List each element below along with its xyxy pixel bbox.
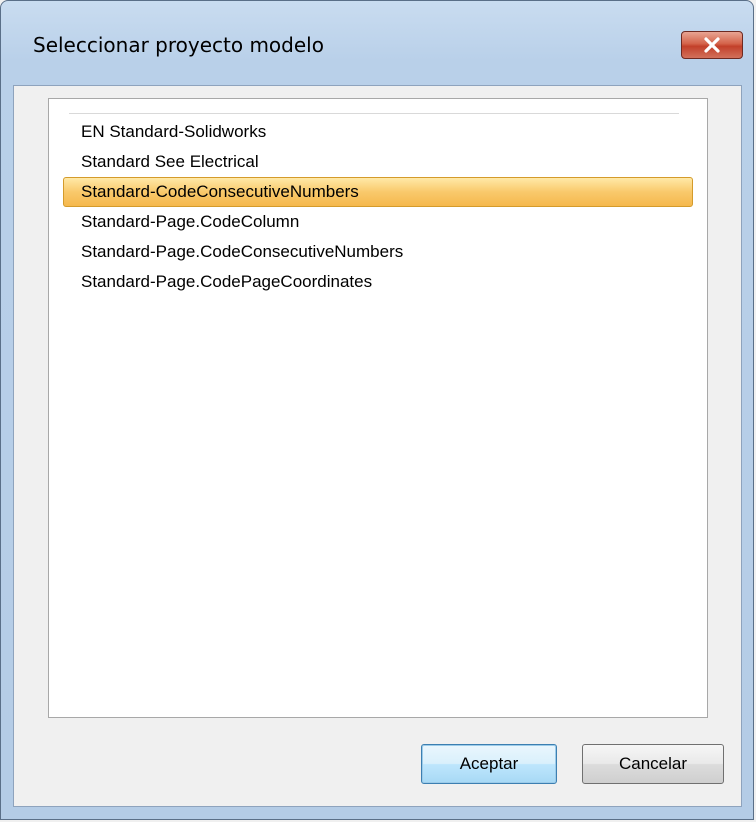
- accept-button[interactable]: Aceptar: [421, 744, 557, 784]
- list-item[interactable]: Standard-Page.CodeColumn: [63, 207, 693, 237]
- close-button[interactable]: [681, 31, 743, 59]
- list-divider: [69, 113, 679, 114]
- dialog-client-area: EN Standard-Solidworks Standard See Elec…: [13, 85, 742, 807]
- window-title: Seleccionar proyecto modelo: [33, 33, 324, 57]
- list-item[interactable]: Standard-Page.CodePageCoordinates: [63, 267, 693, 297]
- list-item[interactable]: EN Standard-Solidworks: [63, 117, 693, 147]
- title-bar[interactable]: Seleccionar proyecto modelo: [1, 1, 753, 85]
- close-icon: [704, 37, 720, 53]
- project-template-list[interactable]: EN Standard-Solidworks Standard See Elec…: [48, 98, 708, 718]
- project-list-items: EN Standard-Solidworks Standard See Elec…: [63, 117, 693, 297]
- list-item-selected[interactable]: Standard-CodeConsecutiveNumbers: [63, 177, 693, 207]
- dialog-window: Seleccionar proyecto modelo EN Standard-…: [0, 0, 754, 820]
- list-item[interactable]: Standard-Page.CodeConsecutiveNumbers: [63, 237, 693, 267]
- cancel-button[interactable]: Cancelar: [582, 744, 724, 784]
- list-item[interactable]: Standard See Electrical: [63, 147, 693, 177]
